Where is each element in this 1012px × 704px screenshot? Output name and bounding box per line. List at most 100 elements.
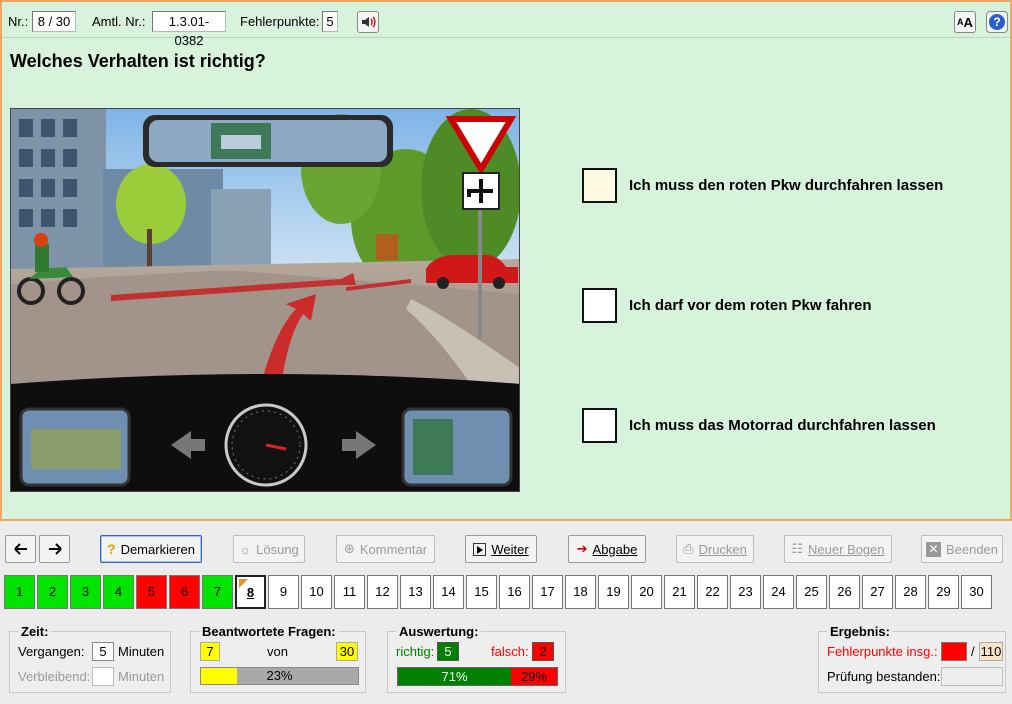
beantwortet-panel: Beantwortete Fragen: 7 von 30 23% (190, 624, 366, 693)
demarkieren-button[interactable]: ? Demarkieren (100, 535, 202, 563)
question-number-26[interactable]: 26 (829, 575, 860, 609)
question-number-strip: 1 2 3 4 5 6 7 8 9 10 11 12 13 14 15 16 17 18 19 20 21 22 23 24 2… (4, 575, 1006, 611)
verbleibend-label: Verbleibend: (18, 669, 91, 684)
question-title: Welches Verhalten ist richtig? (10, 51, 266, 71)
beenden-button[interactable]: ✕ Beenden (921, 535, 1003, 563)
answer-checkbox-2[interactable] (582, 288, 617, 323)
next-arrow-button[interactable] (39, 535, 70, 563)
arrow-left-icon (13, 543, 27, 555)
question-number-15[interactable]: 15 (466, 575, 497, 609)
lightbulb-icon: ☼ (239, 541, 252, 557)
question-number-6[interactable]: 6 (169, 575, 200, 609)
answer-text-3[interactable]: Ich muss das Motorrad durchfahren lassen (629, 417, 936, 434)
answer-text-2[interactable]: Ich darf vor dem roten Pkw fahren (629, 297, 872, 314)
answered-count: 7 (200, 642, 220, 661)
richtig-label: richtig: (396, 644, 435, 659)
auswertung-panel: Auswertung: richtig: 5 falsch: 2 71% 29% (387, 624, 566, 693)
close-icon: ✕ (925, 541, 941, 557)
fehlerpunkte-insg-value (941, 642, 967, 661)
question-number-25[interactable]: 25 (796, 575, 827, 609)
nr-value: 8 / 30 (32, 11, 76, 32)
question-mark-icon: ? (107, 541, 116, 557)
current-marker-icon (239, 579, 248, 588)
question-number-2[interactable]: 2 (37, 575, 68, 609)
richtig-percent: 71% (441, 669, 468, 684)
minuten-label-2: Minuten (118, 669, 165, 684)
question-number-4[interactable]: 4 (103, 575, 134, 609)
question-number-30[interactable]: 30 (961, 575, 992, 609)
question-number-10[interactable]: 10 (301, 575, 332, 609)
auswertung-bar: 71% 29% (397, 667, 558, 686)
comment-icon: ⊛ (343, 541, 355, 556)
question-number-14[interactable]: 14 (433, 575, 464, 609)
minuten-label: Minuten (118, 644, 165, 659)
answer-checkbox-1[interactable] (582, 168, 617, 203)
question-number-5[interactable]: 5 (136, 575, 167, 609)
neuer-bogen-button[interactable]: ☷ Neuer Bogen (784, 535, 892, 563)
question-number-1[interactable]: 1 (4, 575, 35, 609)
von-label: von (267, 644, 288, 659)
nr-label: Nr.: (8, 14, 29, 29)
question-number-16[interactable]: 16 (499, 575, 530, 609)
question-number-20[interactable]: 20 (631, 575, 662, 609)
zeit-title: Zeit: (18, 624, 52, 639)
printer-icon: ⎙ (683, 541, 694, 556)
answered-percent: 23% (266, 668, 293, 683)
question-area: Nr.: 8 / 30 Amtl. Nr.: 1.3.01-0382 Fehle… (0, 0, 1012, 521)
question-number-17[interactable]: 17 (532, 575, 563, 609)
fehlerpunkte-insg-label: Fehlerpunkte insg.: (827, 644, 938, 659)
new-sheet-icon: ☷ (791, 541, 804, 556)
prev-arrow-button[interactable] (5, 535, 36, 563)
kommentar-button[interactable]: ⊛ Kommentar (336, 535, 435, 563)
question-number-22[interactable]: 22 (697, 575, 728, 609)
falsch-label: falsch: (491, 644, 529, 659)
question-number-12[interactable]: 12 (367, 575, 398, 609)
driving-scene-image (10, 108, 520, 492)
ergebnis-panel: Ergebnis: Fehlerpunkte insg.: / 110 Prüf… (818, 624, 1006, 693)
falsch-percent: 29% (520, 669, 548, 684)
question-number-24[interactable]: 24 (763, 575, 794, 609)
amtl-value: 1.3.01-0382 (152, 11, 226, 48)
bestanden-label: Prüfung bestanden: (827, 669, 941, 684)
vergangen-label: Vergangen: (18, 644, 85, 659)
fehlerpunkte-label: Fehlerpunkte: (240, 14, 320, 29)
ergebnis-title: Ergebnis: (827, 624, 893, 639)
question-number-21[interactable]: 21 (664, 575, 695, 609)
slash: / (971, 644, 975, 659)
drucken-button[interactable]: ⎙ Drucken (676, 535, 754, 563)
play-icon (473, 542, 487, 556)
answer-text-1[interactable]: Ich muss den roten Pkw durchfahren lasse… (629, 177, 943, 194)
question-number-7[interactable]: 7 (202, 575, 233, 609)
zeit-panel: Zeit: Vergangen: 5 Minuten Verbleibend: … (9, 624, 171, 693)
fehlerpunkte-max: 110 (979, 642, 1003, 661)
question-number-9[interactable]: 9 (268, 575, 299, 609)
font-size-icon[interactable]: AA (954, 11, 976, 33)
weiter-button[interactable]: Weiter (465, 535, 537, 563)
speaker-icon[interactable] (357, 11, 379, 33)
question-number-11[interactable]: 11 (334, 575, 365, 609)
question-number-28[interactable]: 28 (895, 575, 926, 609)
fehlerpunkte-value: 5 (322, 11, 338, 32)
question-number-29[interactable]: 29 (928, 575, 959, 609)
abgabe-button[interactable]: ➔ Abgabe (568, 535, 646, 563)
question-number-3[interactable]: 3 (70, 575, 101, 609)
beantwortet-title: Beantwortete Fragen: (199, 624, 339, 639)
help-icon[interactable]: ? (986, 11, 1008, 33)
auswertung-title: Auswertung: (396, 624, 482, 639)
answered-progress-bar: 23% (200, 667, 359, 685)
question-number-8[interactable]: 8 (235, 575, 266, 609)
verbleibend-value (92, 667, 114, 686)
richtig-value: 5 (437, 642, 459, 661)
question-number-19[interactable]: 19 (598, 575, 629, 609)
submit-icon: ➔ (576, 541, 588, 556)
bestanden-value (941, 667, 1003, 686)
header-bar: Nr.: 8 / 30 Amtl. Nr.: 1.3.01-0382 Fehle… (2, 2, 1010, 48)
loesung-button[interactable]: ☼ Lösung (233, 535, 305, 563)
question-number-18[interactable]: 18 (565, 575, 596, 609)
answer-checkbox-3[interactable] (582, 408, 617, 443)
falsch-value: 2 (532, 642, 554, 661)
question-number-27[interactable]: 27 (862, 575, 893, 609)
question-number-13[interactable]: 13 (400, 575, 431, 609)
question-number-23[interactable]: 23 (730, 575, 761, 609)
arrow-right-icon (48, 543, 62, 555)
